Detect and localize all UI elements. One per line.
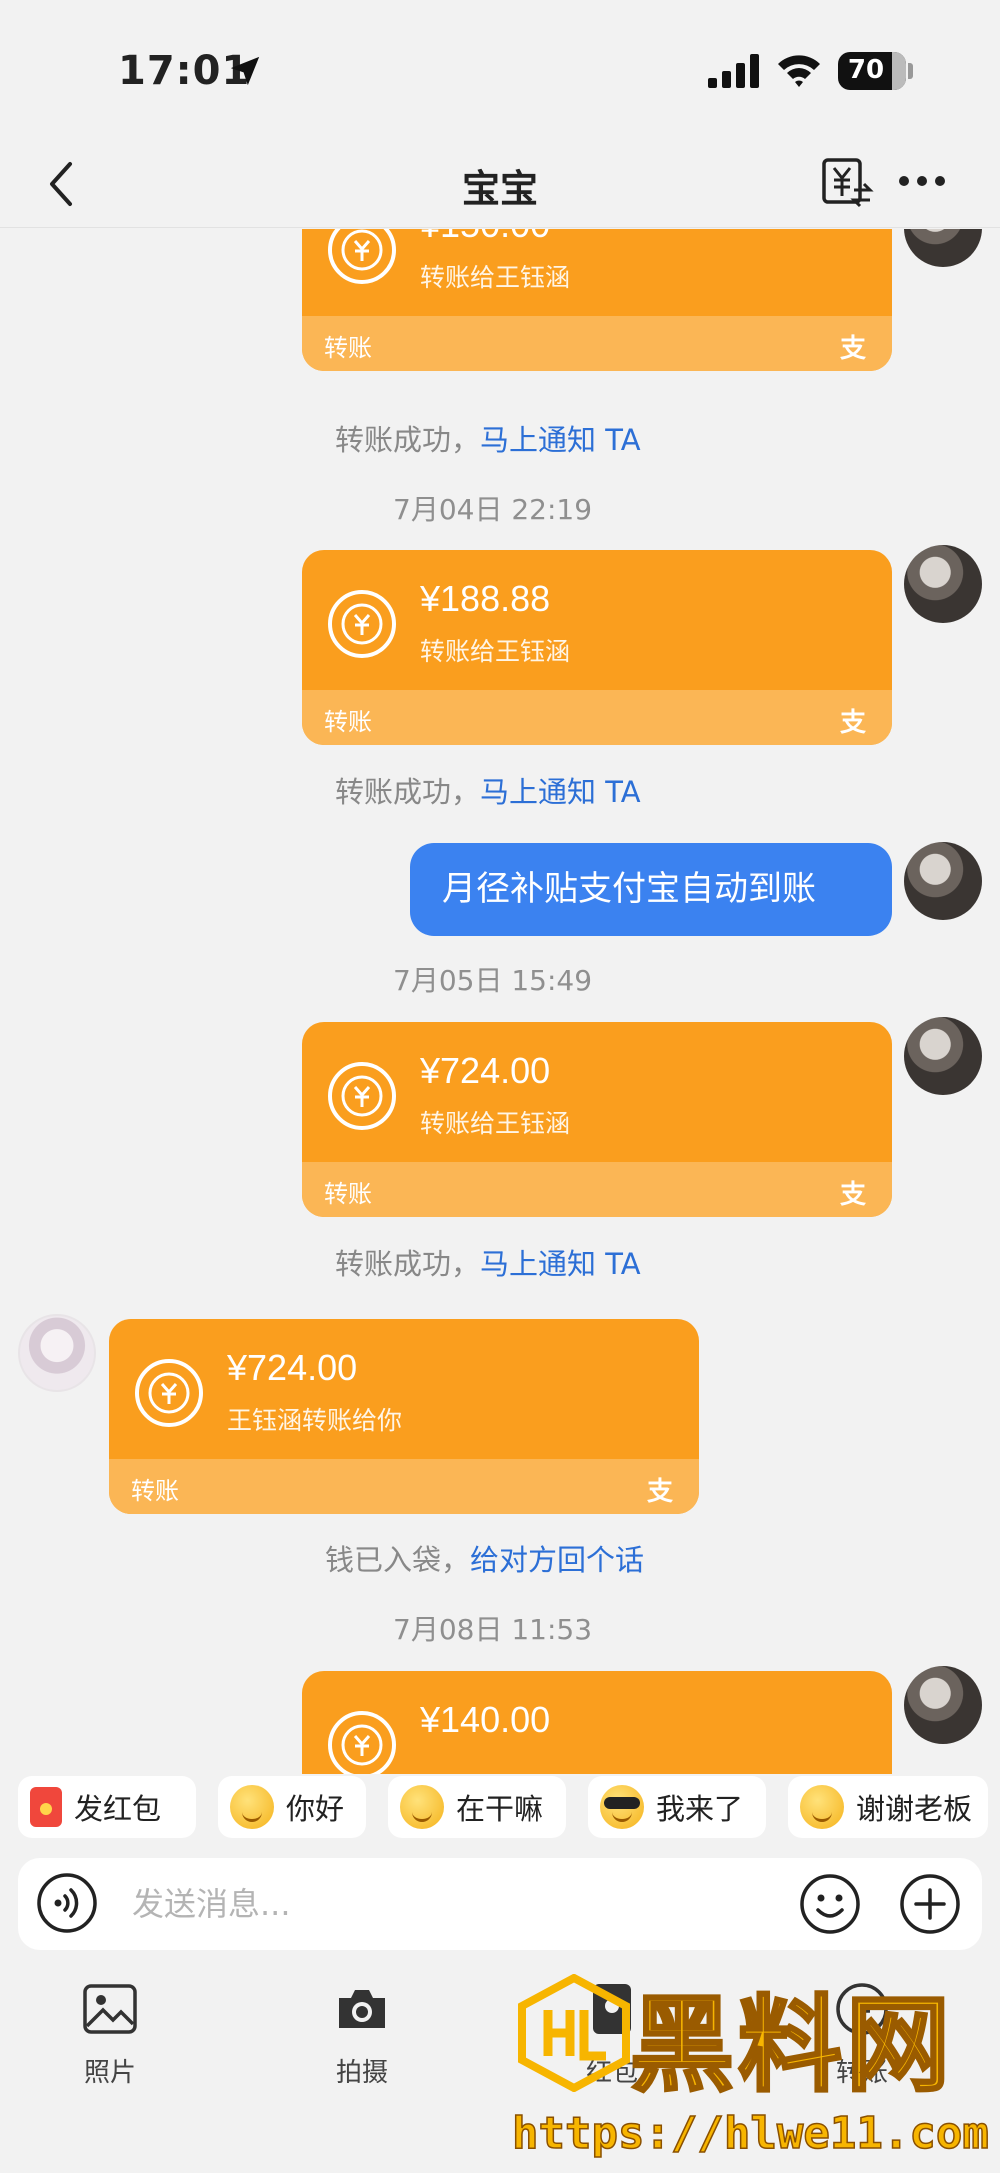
cellular-signal-icon [708, 54, 759, 88]
transfer-yuan-circle-icon [328, 590, 396, 658]
battery-empty-portion [892, 52, 906, 90]
toolbar-photo-button[interactable]: 照片 [50, 1980, 170, 2089]
chat-messages[interactable]: ¥150.00 转账给王钰涵 转账 支 转账成功，马上通知 TA 7月04日 2… [0, 229, 1000, 1774]
transfer-yuan-circle-icon [328, 229, 396, 284]
red-packet-icon [30, 1787, 62, 1827]
quick-reply-coming[interactable]: 我来了 [588, 1776, 766, 1838]
quick-reply-redpacket[interactable]: 发红包 [18, 1776, 196, 1838]
notify-link[interactable]: 马上通知 TA [480, 1247, 641, 1281]
quick-reply-thanks-boss[interactable]: 谢谢老板 [788, 1776, 988, 1838]
quick-reply-label: 我来了 [656, 1792, 744, 1826]
my-avatar[interactable] [904, 1666, 982, 1744]
wifi-icon [778, 55, 820, 87]
transfer-description: 王钰涵转账给你 [227, 1406, 403, 1435]
transfer-label: 转账 [324, 708, 372, 736]
tip-text: 钱已入袋， [325, 1543, 471, 1577]
transfer-amount: ¥140.00 [420, 1699, 551, 1740]
transfer-label: 转账 [324, 334, 372, 362]
reply-link[interactable]: 给对方回个话 [470, 1543, 644, 1577]
transfer-description: 转账给王钰涵 [420, 263, 571, 292]
alipay-icon: 支 [646, 1477, 673, 1507]
timestamp: 7月08日 11:53 [393, 1613, 593, 1646]
transfer-description: 转账给王钰涵 [420, 1109, 571, 1138]
notify-link[interactable]: 马上通知 TA [480, 775, 641, 809]
toolbar-camera-button[interactable]: 拍摄 [302, 1980, 422, 2089]
emoji-smile-icon[interactable] [798, 1872, 862, 1936]
status-bar: 17:01 70 [0, 0, 1000, 140]
curious-emoji-icon [400, 1785, 444, 1829]
quick-reply-label: 发红包 [74, 1792, 162, 1826]
notify-link[interactable]: 马上通知 TA [480, 423, 641, 457]
voice-input-icon[interactable] [36, 1872, 98, 1934]
my-avatar[interactable] [904, 229, 982, 267]
quick-reply-what-doing[interactable]: 在干嘛 [388, 1776, 566, 1838]
transfer-description: 转账给王钰涵 [420, 637, 571, 666]
my-avatar[interactable] [904, 545, 982, 623]
transfer-amount: ¥150.00 [420, 229, 550, 246]
quick-reply-bar: 发红包 你好 在干嘛 我来了 谢谢老板 [0, 1774, 1000, 1846]
transfer-status-tip: 转账成功，马上通知 TA [335, 1241, 641, 1283]
transfer-amount: ¥724.00 [227, 1347, 358, 1388]
transfer-card[interactable]: ¥150.00 转账给王钰涵 转账 支 [302, 229, 892, 371]
wave-emoji-icon [230, 1785, 274, 1829]
toolbar-label: 照片 [83, 2058, 136, 2088]
timestamp: 7月04日 22:19 [393, 493, 593, 526]
transfer-label: 转账 [131, 1477, 179, 1505]
sunglasses-emoji-icon [600, 1785, 644, 1829]
transfer-yuan-icon[interactable] [818, 154, 874, 210]
my-avatar[interactable] [904, 1017, 982, 1095]
contact-avatar[interactable] [18, 1314, 96, 1392]
alipay-icon: 支 [839, 334, 866, 364]
battery-indicator: 70 [838, 52, 906, 90]
transfer-yuan-circle-icon [328, 1711, 396, 1774]
timestamp: 7月05日 15:49 [393, 964, 593, 997]
transfer-yuan-circle-icon [135, 1359, 203, 1427]
transfer-status-tip: 转账成功，马上通知 TA [335, 769, 641, 811]
alipay-icon: 支 [839, 708, 866, 738]
tip-text: 转账成功， [335, 775, 481, 809]
text-message-bubble[interactable]: 月径补贴支付宝自动到账 [410, 843, 892, 936]
receive-status-tip: 钱已入袋，给对方回个话 [325, 1537, 644, 1579]
quick-reply-label: 谢谢老板 [856, 1792, 973, 1826]
toolbar-label: 拍摄 [335, 2058, 388, 2088]
battery-tip [908, 63, 913, 79]
transfer-status-tip: 转账成功，马上通知 TA [335, 417, 641, 459]
transfer-card[interactable]: ¥188.88 转账给王钰涵 转账 支 [302, 550, 892, 745]
watermark-logo-icon [518, 1974, 630, 2092]
location-arrow-icon [230, 56, 260, 86]
chat-header: 宝宝 [0, 140, 1000, 228]
site-watermark: 黑料网 https://hlwe11.com [510, 1968, 1000, 2173]
alipay-icon: 支 [839, 1180, 866, 1210]
message-input-bar [18, 1858, 982, 1950]
transfer-yuan-circle-icon [328, 1062, 396, 1130]
transfer-label: 转账 [324, 1180, 372, 1208]
transfer-amount: ¥188.88 [420, 578, 551, 619]
transfer-card[interactable]: ¥140.00 [302, 1671, 892, 1774]
watermark-name: 黑料网 [628, 1983, 955, 2108]
transfer-amount: ¥724.00 [420, 1050, 551, 1091]
quick-reply-hello[interactable]: 你好 [218, 1776, 366, 1838]
tip-text: 转账成功， [335, 423, 481, 457]
quick-reply-label: 你好 [286, 1792, 345, 1826]
transfer-card[interactable]: ¥724.00 转账给王钰涵 转账 支 [302, 1022, 892, 1217]
thanks-emoji-icon [800, 1785, 844, 1829]
tip-text: 转账成功， [335, 1247, 481, 1281]
more-dots-icon[interactable] [896, 170, 948, 192]
my-avatar[interactable] [904, 842, 982, 920]
quick-reply-label: 在干嘛 [456, 1792, 544, 1826]
camera-icon [339, 1990, 385, 2028]
photo-icon [83, 1984, 137, 2034]
watermark-url: https://hlwe11.com [511, 2107, 989, 2160]
message-input[interactable] [132, 1870, 772, 1938]
battery-level: 70 [847, 55, 885, 85]
plus-more-icon[interactable] [898, 1872, 962, 1936]
incoming-transfer-card[interactable]: ¥724.00 王钰涵转账给你 转账 支 [109, 1319, 699, 1514]
